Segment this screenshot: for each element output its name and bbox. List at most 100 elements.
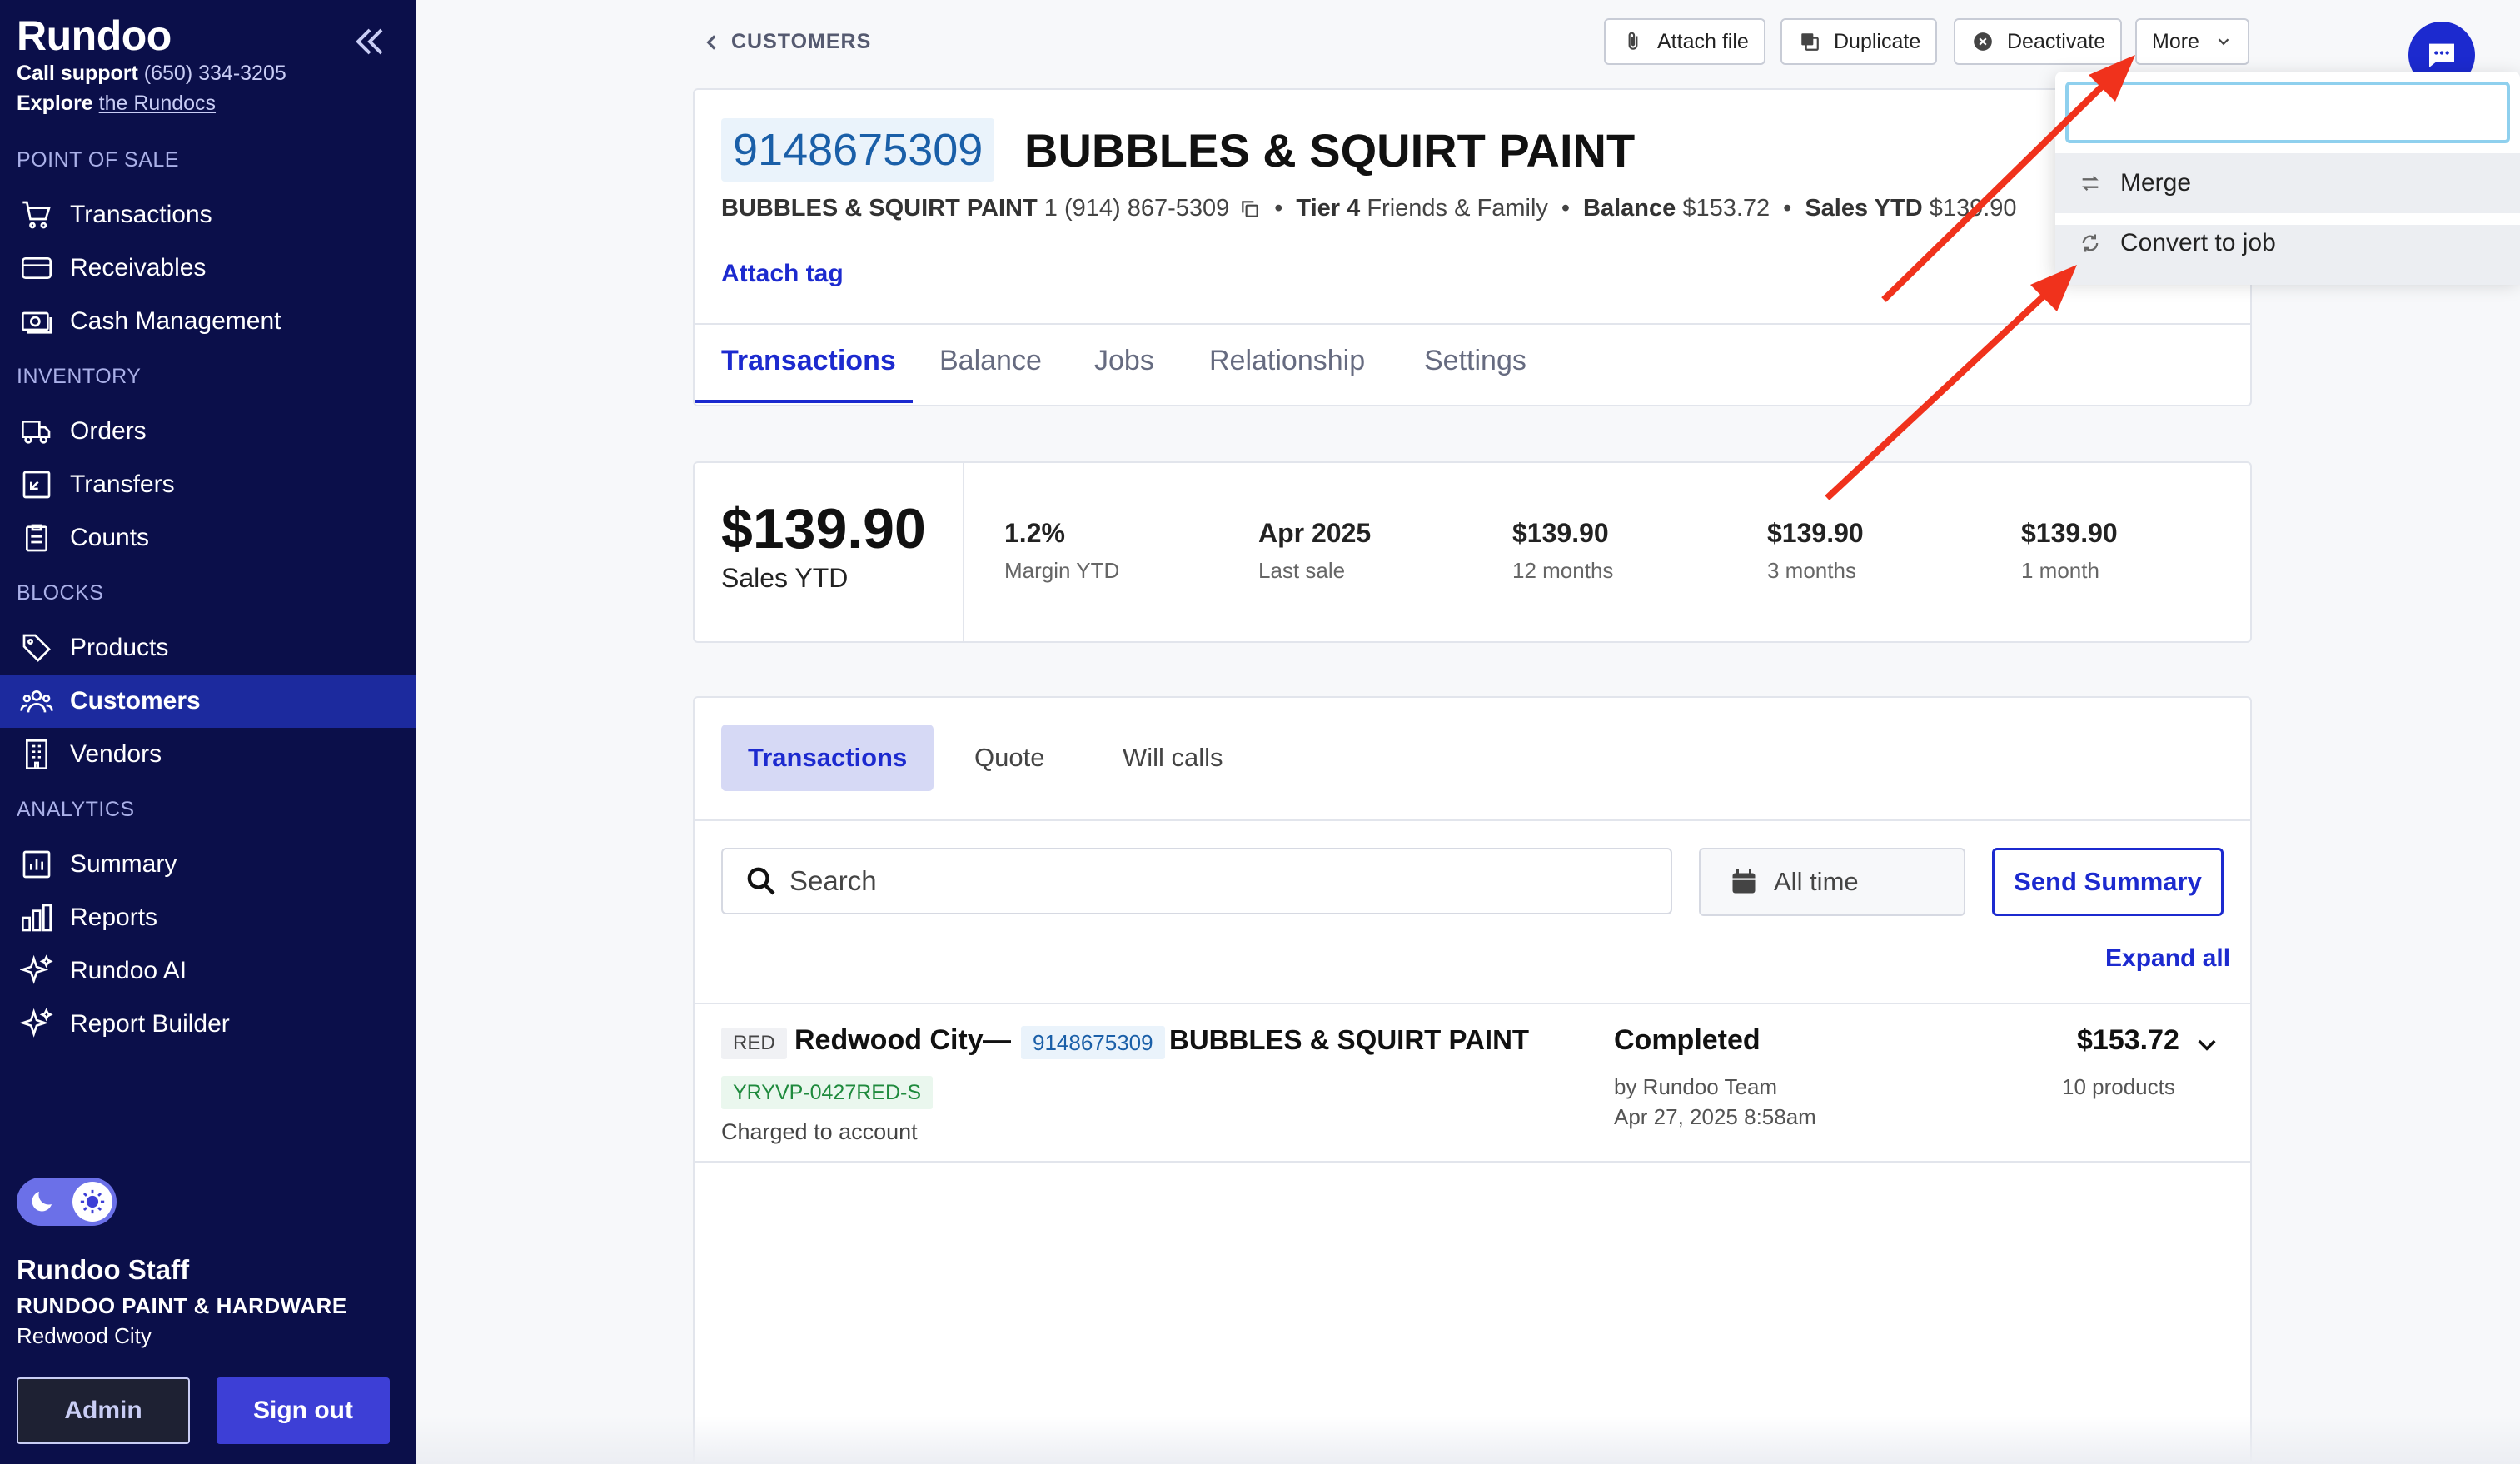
sidebar-item-counts[interactable]: Counts xyxy=(0,511,416,565)
section-pos: POINT OF SALE xyxy=(17,148,179,172)
menu-item-merge[interactable]: Merge xyxy=(2055,153,2520,213)
search-icon xyxy=(747,867,775,895)
date-range-select[interactable]: All time xyxy=(1699,848,1965,916)
sidebar-item-orders[interactable]: Orders xyxy=(0,405,416,458)
tab-relationship[interactable]: Relationship xyxy=(1209,345,1365,377)
stat-label: 12 months xyxy=(1512,558,1614,583)
attach-tag-link[interactable]: Attach tag xyxy=(721,260,844,288)
cart-icon xyxy=(18,197,55,233)
dropdown-search-input[interactable] xyxy=(2065,82,2510,143)
sidebar-item-summary[interactable]: Summary xyxy=(0,838,416,891)
tab-jobs[interactable]: Jobs xyxy=(1094,345,1154,377)
store-code-badge: RED xyxy=(721,1028,787,1059)
transaction-status: Completed xyxy=(1614,1024,1761,1056)
active-tab-indicator xyxy=(695,400,913,403)
sidebar-item-rundoo-ai[interactable]: Rundoo AI xyxy=(0,944,416,998)
stats-divider xyxy=(963,463,964,641)
x-circle-icon xyxy=(1970,29,1995,54)
customer-name: BUBBLES & SQUIRT PAINT xyxy=(1024,124,1636,177)
subtab-quote[interactable]: Quote xyxy=(948,725,1071,791)
brand-logo: Rundoo xyxy=(17,12,172,59)
tab-settings[interactable]: Settings xyxy=(1424,345,1526,377)
sidebar-item-transfers[interactable]: Transfers xyxy=(0,458,416,511)
user-city: Redwood City xyxy=(17,1323,152,1348)
bars-icon xyxy=(18,899,55,936)
truck-icon xyxy=(18,413,55,450)
chart-icon xyxy=(18,846,55,883)
separator: — xyxy=(983,1024,1011,1056)
cash-icon xyxy=(18,303,55,340)
sidebar-item-products[interactable]: Products xyxy=(0,621,416,675)
divider xyxy=(695,819,2250,821)
stat-value: $139.90 xyxy=(1767,518,1864,548)
convert-icon xyxy=(2077,230,2104,256)
section-blocks: BLOCKS xyxy=(17,581,104,605)
stat-value: $139.90 xyxy=(1512,518,1609,548)
divider xyxy=(695,1003,2250,1004)
breadcrumb[interactable]: CUSTOMERS xyxy=(701,30,871,54)
call-support[interactable]: Call support (650) 334-3205 xyxy=(17,62,286,86)
transaction-code-badge: YRYVP-0427RED-S xyxy=(721,1076,934,1109)
sidebar: Rundoo Call support (650) 334-3205 Explo… xyxy=(0,0,416,1464)
sidebar-item-receivables[interactable]: Receivables xyxy=(0,242,416,295)
sidebar-item-customers[interactable]: Customers xyxy=(0,675,416,728)
tab-transactions[interactable]: Transactions xyxy=(721,345,896,377)
explore-rundocs[interactable]: Explore the Rundocs xyxy=(17,92,216,116)
stat-label: 1 month xyxy=(2021,558,2099,583)
tabs-divider xyxy=(695,323,2250,325)
subtab-transactions[interactable]: Transactions xyxy=(721,725,934,791)
more-button[interactable]: More xyxy=(2135,18,2249,65)
customer-subinfo: BUBBLES & SQUIRT PAINT 1 (914) 867-5309 … xyxy=(721,195,2017,222)
sidebar-item-cash-management[interactable]: Cash Management xyxy=(0,295,416,348)
user-store: RUNDOO PAINT & HARDWARE xyxy=(17,1293,347,1318)
menu-item-convert-to-job[interactable]: Convert to job xyxy=(2055,213,2520,273)
customer-phone-badge: 9148675309 xyxy=(1021,1026,1165,1059)
theme-toggle[interactable] xyxy=(17,1178,117,1226)
sidebar-item-report-builder[interactable]: Report Builder xyxy=(0,998,416,1051)
building-icon xyxy=(18,736,55,773)
transaction-amount: $153.72 xyxy=(2077,1024,2179,1056)
payment-method: Charged to account xyxy=(721,1119,918,1144)
chevron-down-icon[interactable] xyxy=(2194,1031,2220,1058)
transaction-customer: BUBBLES & SQUIRT PAINT xyxy=(1169,1024,1530,1055)
sparkle-icon xyxy=(18,953,55,989)
deactivate-button[interactable]: Deactivate xyxy=(1954,18,2123,65)
customer-phone-badge: 9148675309 xyxy=(721,118,995,182)
tag-icon xyxy=(18,630,55,666)
section-analytics: ANALYTICS xyxy=(17,798,135,821)
stat-value: 1.2% xyxy=(1004,518,1065,548)
page-bottom-fade xyxy=(416,1416,2520,1464)
chevron-left-icon xyxy=(706,34,716,50)
sparkle-icon xyxy=(18,1006,55,1043)
stat-label: Last sale xyxy=(1258,558,1346,583)
copy-icon xyxy=(1797,29,1822,54)
divider xyxy=(695,1161,2250,1163)
subtab-will-calls[interactable]: Will calls xyxy=(1096,725,1250,791)
search-input[interactable]: Search xyxy=(721,848,1672,914)
sales-ytd-label: Sales YTD xyxy=(721,563,849,593)
moon-icon xyxy=(27,1187,57,1217)
transaction-date: Apr 27, 2025 8:58am xyxy=(1614,1104,1816,1129)
stat-label: Margin YTD xyxy=(1004,558,1120,583)
send-summary-button[interactable]: Send Summary xyxy=(1992,848,2224,916)
sidebar-item-vendors[interactable]: Vendors xyxy=(0,728,416,781)
sign-out-button[interactable]: Sign out xyxy=(217,1377,390,1444)
sidebar-item-transactions[interactable]: Transactions xyxy=(0,188,416,242)
stat-label: 3 months xyxy=(1767,558,1856,583)
transfer-icon xyxy=(18,466,55,503)
tab-balance[interactable]: Balance xyxy=(939,345,1042,377)
admin-button[interactable]: Admin xyxy=(17,1377,190,1444)
attach-file-button[interactable]: Attach file xyxy=(1604,18,1765,65)
clipboard-icon xyxy=(18,520,55,556)
duplicate-button[interactable]: Duplicate xyxy=(1780,18,1938,65)
chevron-down-icon xyxy=(2218,38,2229,46)
expand-all-link[interactable]: Expand all xyxy=(2105,944,2230,973)
collapse-sidebar-icon[interactable] xyxy=(350,22,390,62)
users-icon xyxy=(18,683,55,720)
stat-value: Apr 2025 xyxy=(1258,518,1372,548)
stats-card xyxy=(693,461,2252,643)
sidebar-item-reports[interactable]: Reports xyxy=(0,891,416,944)
card-icon xyxy=(18,250,55,286)
sales-ytd-value: $139.90 xyxy=(721,497,926,560)
paperclip-icon xyxy=(1621,29,1646,54)
